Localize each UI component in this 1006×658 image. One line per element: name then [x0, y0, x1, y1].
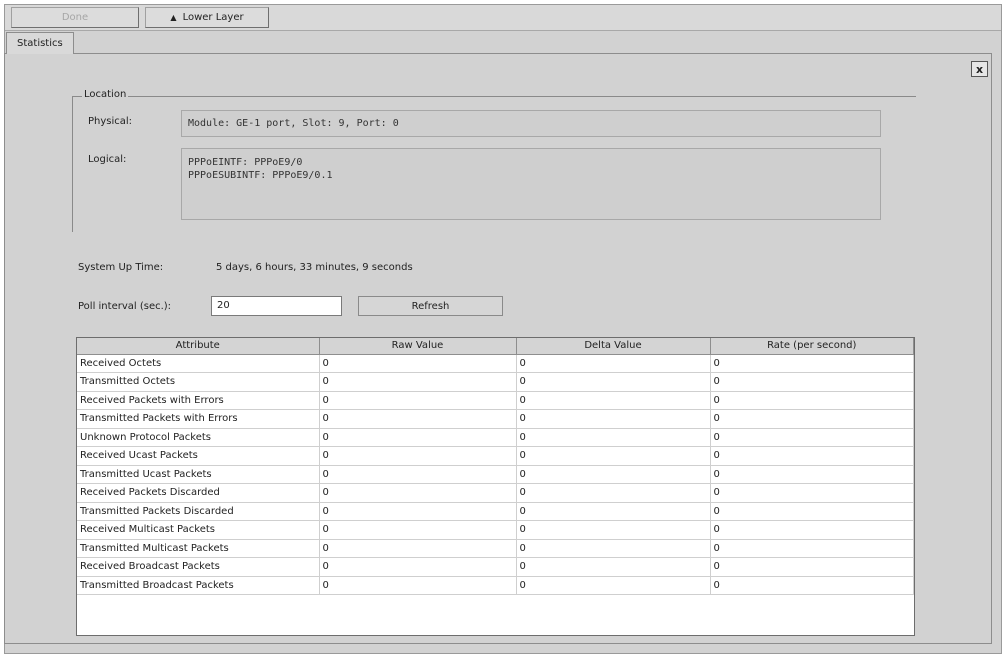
- logical-line-2: PPPoESUBINTF: PPPoE9/0.1: [188, 170, 333, 181]
- rate-cell: 0: [710, 409, 914, 429]
- uptime-label: System Up Time:: [78, 262, 164, 273]
- attribute-cell: Received Ucast Packets: [77, 446, 320, 466]
- attribute-cell: Received Multicast Packets: [77, 520, 320, 540]
- attribute-cell: Received Octets: [77, 354, 320, 373]
- poll-interval-label: Poll interval (sec.):: [78, 301, 172, 312]
- table-row[interactable]: Received Packets Discarded 0 0 0: [77, 483, 914, 503]
- physical-field: Module: GE-1 port, Slot: 9, Port: 0: [181, 110, 881, 137]
- lower-layer-button[interactable]: ▲ Lower Layer: [145, 7, 269, 28]
- rate-cell: 0: [710, 483, 914, 503]
- physical-label: Physical:: [88, 116, 133, 127]
- attribute-cell: Received Packets with Errors: [77, 391, 320, 410]
- table-row[interactable]: Received Octets 0 0 0: [77, 354, 914, 373]
- refresh-label: Refresh: [411, 300, 450, 312]
- delta-value-cell: 0: [516, 576, 711, 595]
- logical-field: PPPoEINTF: PPPoE9/0 PPPoESUBINTF: PPPoE9…: [181, 148, 881, 220]
- raw-value-cell: 0: [319, 483, 517, 503]
- rate-cell: 0: [710, 465, 914, 484]
- rate-cell: 0: [710, 576, 914, 595]
- delta-value-cell: 0: [516, 465, 711, 484]
- rate-cell: 0: [710, 520, 914, 540]
- raw-value-cell: 0: [319, 409, 517, 429]
- rate-cell: 0: [710, 539, 914, 558]
- tab-statistics[interactable]: Statistics: [6, 32, 74, 54]
- rate-cell: 0: [710, 372, 914, 392]
- table-row[interactable]: Received Ucast Packets 0 0 0: [77, 446, 914, 466]
- raw-value-cell: 0: [319, 520, 517, 540]
- delta-value-cell: 0: [516, 557, 711, 577]
- refresh-button[interactable]: Refresh: [358, 296, 503, 316]
- table-row[interactable]: Transmitted Multicast Packets 0 0 0: [77, 539, 914, 558]
- delta-value-cell: 0: [516, 520, 711, 540]
- table-row[interactable]: Transmitted Broadcast Packets 0 0 0: [77, 576, 914, 595]
- raw-value-cell: 0: [319, 446, 517, 466]
- raw-value-cell: 0: [319, 354, 517, 373]
- column-header-delta-value[interactable]: Delta Value: [516, 338, 711, 355]
- column-header-rate[interactable]: Rate (per second): [710, 338, 914, 355]
- statistics-table: Attribute Raw Value Delta Value Rate (pe…: [76, 337, 915, 636]
- close-icon[interactable]: x: [971, 61, 988, 77]
- attribute-cell: Transmitted Packets Discarded: [77, 502, 320, 521]
- toolbar: Done ▲ Lower Layer: [5, 5, 1001, 31]
- attribute-cell: Transmitted Ucast Packets: [77, 465, 320, 484]
- raw-value-cell: 0: [319, 539, 517, 558]
- table-row[interactable]: Received Broadcast Packets 0 0 0: [77, 557, 914, 577]
- table-row[interactable]: Received Multicast Packets 0 0 0: [77, 520, 914, 540]
- raw-value-cell: 0: [319, 502, 517, 521]
- attribute-cell: Transmitted Broadcast Packets: [77, 576, 320, 595]
- raw-value-cell: 0: [319, 372, 517, 392]
- raw-value-cell: 0: [319, 428, 517, 447]
- column-header-raw-value[interactable]: Raw Value: [319, 338, 517, 355]
- delta-value-cell: 0: [516, 539, 711, 558]
- attribute-cell: Unknown Protocol Packets: [77, 428, 320, 447]
- delta-value-cell: 0: [516, 391, 711, 410]
- raw-value-cell: 0: [319, 557, 517, 577]
- location-title: Location: [82, 89, 129, 100]
- raw-value-cell: 0: [319, 391, 517, 410]
- logical-line-1: PPPoEINTF: PPPoE9/0: [188, 157, 303, 168]
- uptime-value: 5 days, 6 hours, 33 minutes, 9 seconds: [216, 262, 413, 273]
- attribute-cell: Transmitted Packets with Errors: [77, 409, 320, 429]
- table-row[interactable]: Transmitted Packets Discarded 0 0 0: [77, 502, 914, 521]
- rate-cell: 0: [710, 446, 914, 466]
- up-arrow-icon: ▲: [170, 13, 177, 22]
- rate-cell: 0: [710, 502, 914, 521]
- delta-value-cell: 0: [516, 354, 711, 373]
- rate-cell: 0: [710, 428, 914, 447]
- table-row[interactable]: Received Packets with Errors 0 0 0: [77, 391, 914, 410]
- table-row[interactable]: Unknown Protocol Packets 0 0 0: [77, 428, 914, 447]
- delta-value-cell: 0: [516, 502, 711, 521]
- poll-interval-input[interactable]: 20: [211, 296, 342, 316]
- delta-value-cell: 0: [516, 428, 711, 447]
- delta-value-cell: 0: [516, 446, 711, 466]
- raw-value-cell: 0: [319, 465, 517, 484]
- tab-statistics-label: Statistics: [17, 38, 63, 49]
- column-header-attribute[interactable]: Attribute: [77, 338, 320, 355]
- physical-value: Module: GE-1 port, Slot: 9, Port: 0: [188, 118, 399, 129]
- rate-cell: 0: [710, 391, 914, 410]
- rate-cell: 0: [710, 354, 914, 373]
- raw-value-cell: 0: [319, 576, 517, 595]
- rate-cell: 0: [710, 557, 914, 577]
- delta-value-cell: 0: [516, 483, 711, 503]
- logical-label: Logical:: [88, 154, 127, 165]
- done-label: Done: [61, 12, 89, 23]
- table-row[interactable]: Transmitted Octets 0 0 0: [77, 372, 914, 392]
- delta-value-cell: 0: [516, 372, 711, 392]
- table-row[interactable]: Transmitted Packets with Errors 0 0 0: [77, 409, 914, 429]
- lower-layer-label: Lower Layer: [182, 12, 244, 23]
- done-button[interactable]: Done: [11, 7, 139, 28]
- delta-value-cell: 0: [516, 409, 711, 429]
- attribute-cell: Received Broadcast Packets: [77, 557, 320, 577]
- attribute-cell: Transmitted Octets: [77, 372, 320, 392]
- attribute-cell: Received Packets Discarded: [77, 483, 320, 503]
- table-row[interactable]: Transmitted Ucast Packets 0 0 0: [77, 465, 914, 484]
- attribute-cell: Transmitted Multicast Packets: [77, 539, 320, 558]
